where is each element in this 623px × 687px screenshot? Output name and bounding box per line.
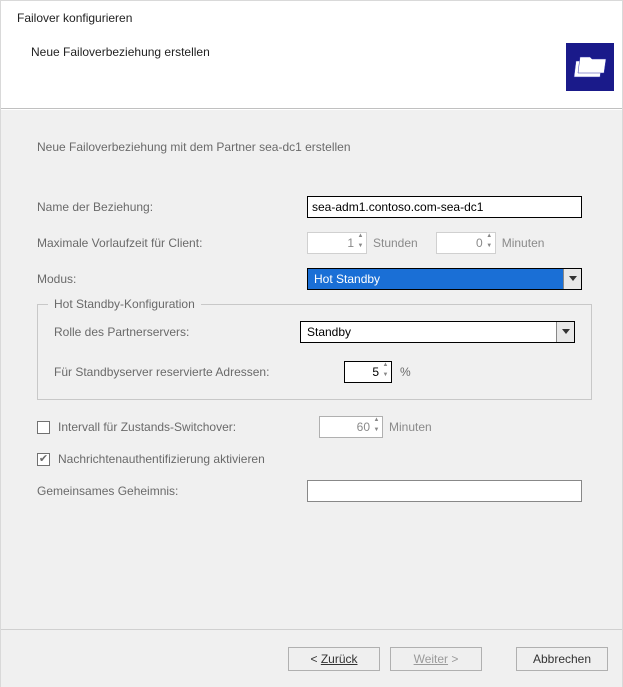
mode-label: Modus: xyxy=(37,272,307,286)
msgauth-label: Nachrichtenauthentifizierung aktivieren xyxy=(58,452,265,466)
relationship-name-input[interactable] xyxy=(307,196,582,218)
partner-role-label: Rolle des Partnerservers: xyxy=(54,325,300,339)
lead-hours-input[interactable] xyxy=(307,232,367,254)
reserved-addresses-row: Für Standbyserver reservierte Adressen: … xyxy=(54,361,575,383)
msgauth-checkbox[interactable]: ✔ xyxy=(37,453,50,466)
partner-role-row: Rolle des Partnerservers: Standby xyxy=(54,321,575,343)
switchover-label: Intervall für Zustands-Switchover: xyxy=(58,420,236,434)
relationship-name-label: Name der Beziehung: xyxy=(37,200,307,214)
percent-unit-label: % xyxy=(400,365,411,379)
switchover-checkbox[interactable] xyxy=(37,421,50,434)
wizard-footer: < Zurück Weiter > Abbrechen xyxy=(1,629,622,687)
switchover-minutes-unit: Minuten xyxy=(389,420,432,434)
mode-select[interactable]: Hot Standby xyxy=(307,268,582,290)
chevron-down-icon xyxy=(563,269,581,289)
hours-unit-label: Stunden xyxy=(373,236,418,250)
reserved-addresses-label: Für Standbyserver reservierte Adressen: xyxy=(54,365,344,379)
max-lead-time-label: Maximale Vorlaufzeit für Client: xyxy=(37,236,307,250)
wizard-body: Neue Failoverbeziehung mit dem Partner s… xyxy=(1,109,622,629)
wizard-title: Failover konfigurieren xyxy=(1,9,622,25)
folder-stack-icon xyxy=(566,43,614,91)
shared-secret-input[interactable] xyxy=(307,480,582,502)
max-lead-time-row: Maximale Vorlaufzeit für Client: ▲▼ Stun… xyxy=(37,232,592,254)
cancel-button[interactable]: Abbrechen xyxy=(516,647,608,671)
lead-minutes-input[interactable] xyxy=(436,232,496,254)
msgauth-row: ✔ Nachrichtenauthentifizierung aktiviere… xyxy=(37,452,592,466)
switchover-minutes-input[interactable] xyxy=(319,416,383,438)
next-button[interactable]: Weiter > xyxy=(390,647,482,671)
mode-row: Modus: Hot Standby xyxy=(37,268,592,290)
reserved-percent-input[interactable] xyxy=(344,361,392,383)
mode-select-value: Hot Standby xyxy=(308,272,563,286)
groupbox-title: Hot Standby-Konfiguration xyxy=(48,297,201,311)
chevron-down-icon xyxy=(556,322,574,342)
shared-secret-row: Gemeinsames Geheimnis: xyxy=(37,480,592,502)
body-heading: Neue Failoverbeziehung mit dem Partner s… xyxy=(37,140,592,154)
back-button[interactable]: < Zurück xyxy=(288,647,380,671)
wizard-subtitle: Neue Failoverbeziehung erstellen xyxy=(1,25,622,59)
partner-role-value: Standby xyxy=(301,325,556,339)
relationship-name-row: Name der Beziehung: xyxy=(37,196,592,218)
hot-standby-groupbox: Hot Standby-Konfiguration Rolle des Part… xyxy=(37,304,592,400)
minutes-unit-label: Minuten xyxy=(502,236,545,250)
shared-secret-label: Gemeinsames Geheimnis: xyxy=(37,484,307,498)
partner-role-select[interactable]: Standby xyxy=(300,321,575,343)
switchover-row: Intervall für Zustands-Switchover: ▲▼ Mi… xyxy=(37,416,592,438)
wizard-header: Failover konfigurieren Neue Failoverbezi… xyxy=(1,1,622,109)
